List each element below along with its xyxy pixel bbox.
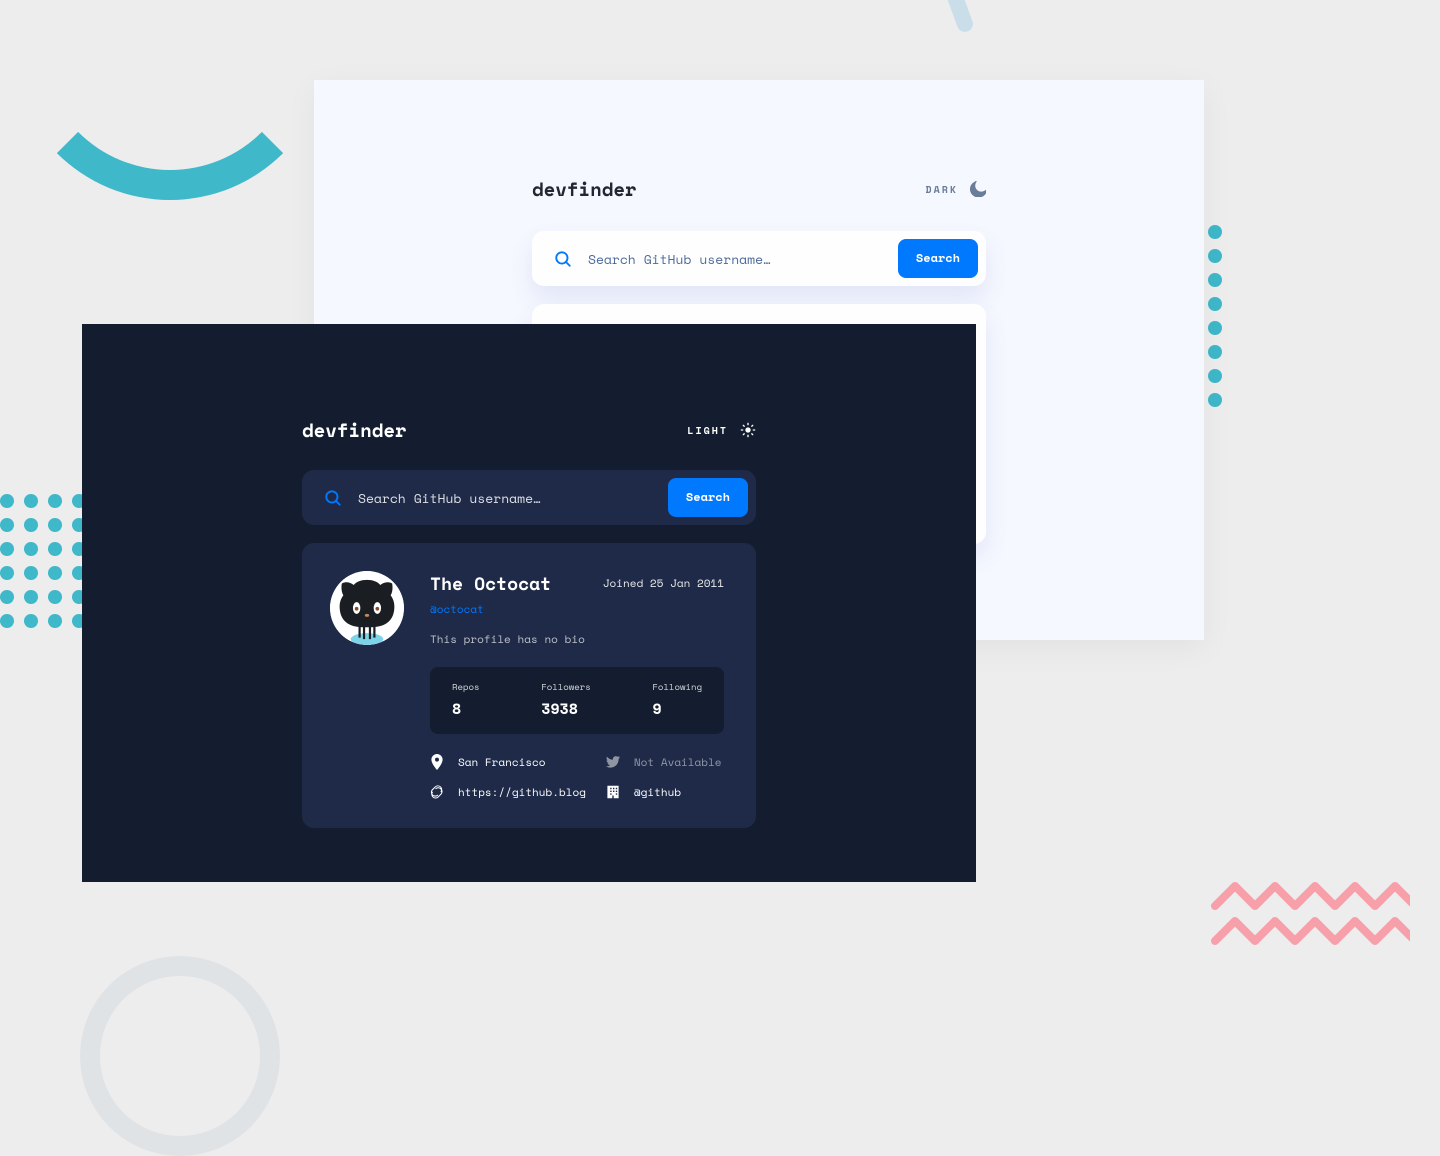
stat-repos: Repos 8 [452, 681, 480, 720]
search-button[interactable]: Search [898, 239, 978, 278]
decorative-line [885, 0, 975, 34]
stat-followers: Followers 3938 [541, 681, 591, 720]
search-icon [324, 489, 342, 507]
decorative-dots-right [1208, 225, 1222, 407]
theme-toggle-button[interactable]: DARK [926, 181, 986, 197]
website-value: https://github.blog [458, 784, 586, 800]
company-value: @github [634, 784, 681, 800]
theme-toggle-label: DARK [926, 182, 958, 197]
stat-label: Repos [452, 681, 480, 694]
stat-value: 3938 [541, 698, 591, 720]
stat-label: Followers [541, 681, 591, 694]
stat-value: 8 [452, 698, 480, 720]
search-icon [554, 250, 572, 268]
building-icon [606, 784, 620, 800]
user-stats-panel: Repos 8 Followers 3938 Following 9 [430, 667, 724, 734]
stat-label: Following [652, 681, 702, 694]
dark-header: devfinder LIGHT [302, 416, 756, 444]
user-handle[interactable]: @octocat [430, 601, 724, 617]
dark-theme-window: devfinder LIGHT Search [82, 324, 976, 882]
search-bar: Search [532, 231, 986, 286]
search-button[interactable]: Search [668, 478, 748, 517]
search-input[interactable] [358, 488, 652, 508]
user-display-name: The Octocat [430, 571, 551, 597]
avatar [330, 571, 404, 645]
theme-toggle-button[interactable]: LIGHT [687, 422, 756, 438]
moon-icon [970, 181, 986, 197]
twitter-item: Not Available [606, 754, 724, 770]
user-join-date: Joined 25 Jan 2011 [603, 575, 724, 591]
search-bar: Search [302, 470, 756, 525]
location-icon [430, 754, 444, 770]
search-input[interactable] [588, 249, 882, 269]
decorative-circle [80, 956, 280, 1156]
user-links: San Francisco Not Available https://gith… [430, 754, 724, 800]
twitter-icon [606, 754, 620, 770]
stat-value: 9 [652, 698, 702, 720]
decorative-dots-left [0, 494, 86, 628]
location-item: San Francisco [430, 754, 586, 770]
app-brand: devfinder [302, 416, 407, 444]
sun-icon [740, 422, 756, 438]
user-result-card: The Octocat Joined 25 Jan 2011 @octocat … [302, 543, 756, 828]
app-brand: devfinder [532, 175, 637, 203]
decorative-arc [10, 0, 330, 200]
octocat-icon [330, 571, 404, 645]
company-item[interactable]: @github [606, 784, 724, 800]
website-item[interactable]: https://github.blog [430, 784, 586, 800]
decorative-zigzag [1210, 876, 1410, 956]
stat-following: Following 9 [652, 681, 702, 720]
link-icon [430, 784, 444, 800]
twitter-value: Not Available [634, 754, 722, 770]
theme-toggle-label: LIGHT [687, 423, 728, 438]
location-value: San Francisco [458, 754, 546, 770]
user-bio: This profile has no bio [430, 631, 724, 647]
light-header: devfinder DARK [532, 175, 986, 203]
